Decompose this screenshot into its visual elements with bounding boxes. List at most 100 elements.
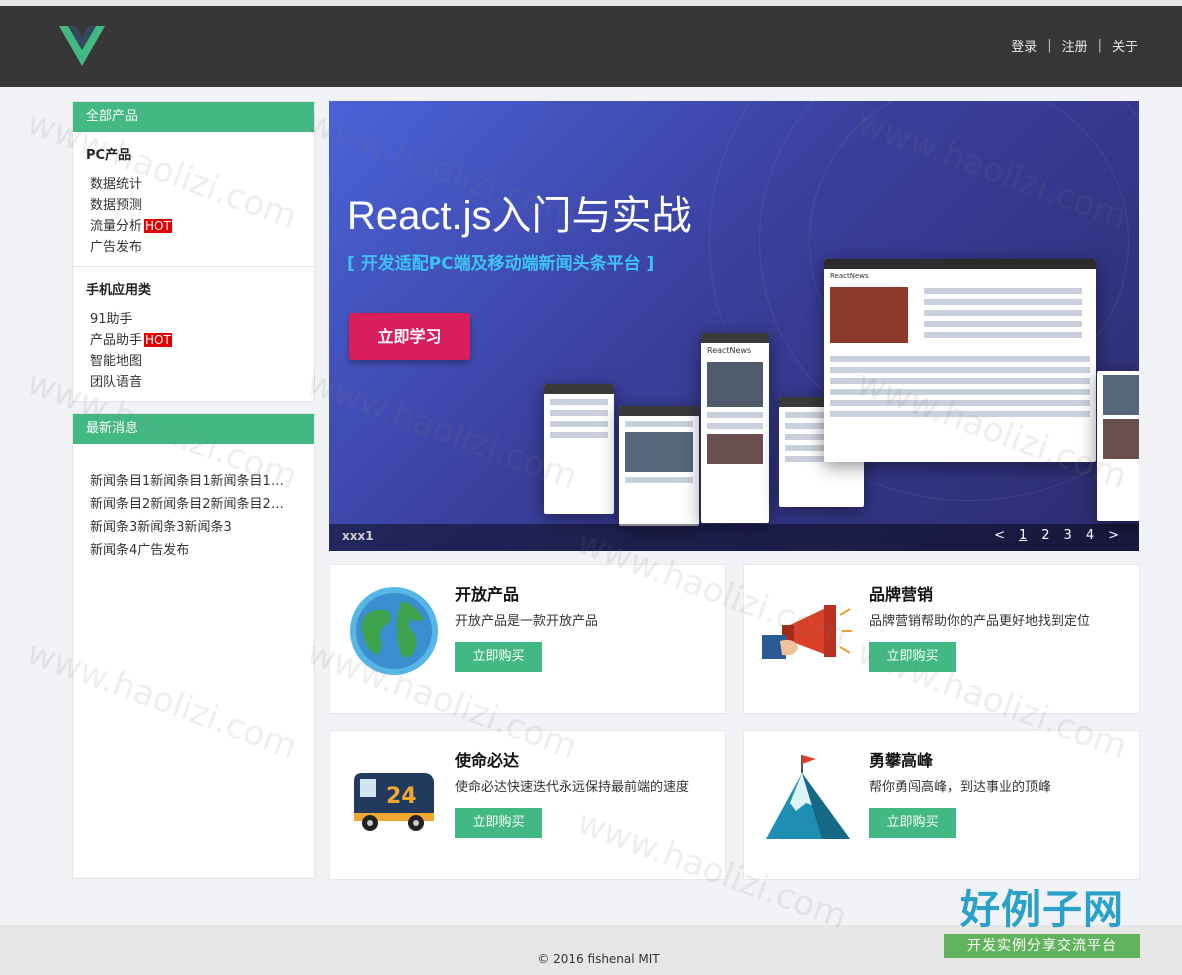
- hot-badge: HOT: [144, 219, 172, 233]
- sidebar-item-product-assistant[interactable]: 产品助手 HOT: [73, 330, 314, 351]
- mock-row: [625, 421, 693, 427]
- register-link[interactable]: 注册: [1062, 36, 1088, 55]
- svg-text:24: 24: [386, 784, 417, 809]
- news-list: 新闻条目1新闻条目1新闻条目1新闻条目1 新闻条目2新闻条目2新闻条目2新闻条目…: [73, 444, 314, 562]
- sidebar-item-91-assistant[interactable]: 91助手: [73, 309, 314, 330]
- mock-image: [1103, 375, 1139, 415]
- mock-row: [924, 299, 1083, 305]
- sidebar-item-traffic-analysis[interactable]: 流量分析 HOT: [73, 216, 314, 237]
- carousel-page-3[interactable]: 3: [1064, 528, 1072, 543]
- mock-brand: ReactNews: [830, 272, 869, 280]
- buy-now-button[interactable]: 立即购买: [869, 642, 956, 672]
- product-card-peak: 勇攀高峰 帮你勇闯高峰，到达事业的顶峰 立即购买: [743, 730, 1140, 880]
- sidebar-item-ad-publish[interactable]: 广告发布: [73, 237, 314, 258]
- sidebar-item-label: 91助手: [90, 312, 133, 327]
- news-panel-title: 最新消息: [73, 414, 314, 444]
- sidebar-item-label: 广告发布: [90, 240, 143, 255]
- card-description: 帮你勇闯高峰，到达事业的顶峰: [869, 780, 1052, 795]
- card-description: 品牌营销帮助你的产品更好地找到定位: [869, 614, 1091, 629]
- mock-row: [707, 412, 763, 418]
- buy-now-button[interactable]: 立即购买: [869, 808, 956, 838]
- mock-image: [1103, 419, 1139, 459]
- mock-row: [830, 411, 1090, 417]
- mock-row: [550, 410, 608, 416]
- mountain-flag-icon: [766, 755, 850, 839]
- carousel-page-2[interactable]: 2: [1041, 528, 1049, 543]
- vue-logo-icon[interactable]: [59, 26, 105, 66]
- mock-desktop-screen: ReactNews: [824, 259, 1096, 462]
- mock-image: [707, 362, 763, 407]
- product-group-pc: PC产品 数据统计 数据预测 流量分析 HOT 广告发布: [73, 132, 314, 267]
- sidebar-item-label: 团队语音: [90, 375, 143, 390]
- news-item[interactable]: 新闻条目1新闻条目1新闻条目1新闻条目1: [73, 470, 295, 493]
- card-description: 开放产品是一款开放产品: [455, 614, 599, 629]
- product-card-brand: 品牌营销 品牌营销帮助你的产品更好地找到定位 立即购买: [743, 564, 1140, 714]
- mock-row: [550, 421, 608, 427]
- mock-mobile-screen: [619, 406, 699, 526]
- card-title: 品牌营销: [869, 585, 934, 604]
- carousel-page-4[interactable]: 4: [1086, 528, 1094, 543]
- top-nav: 登录 | 注册 | 关于: [1011, 36, 1138, 55]
- news-item[interactable]: 新闻条4广告发布: [73, 539, 295, 562]
- card-title: 勇攀高峰: [869, 751, 934, 770]
- mock-row: [830, 400, 1090, 406]
- mock-bar: [824, 259, 1096, 269]
- mock-image: [707, 434, 763, 464]
- carousel-page-1[interactable]: 1: [1019, 528, 1027, 543]
- sidebar-item-smart-map[interactable]: 智能地图: [73, 351, 314, 372]
- news-item[interactable]: 新闻条目2新闻条目2新闻条目2新闻条目2: [73, 493, 295, 516]
- mock-brand: ReactNews: [707, 346, 752, 355]
- sidebar-item-label: 流量分析: [90, 219, 143, 234]
- hot-badge: HOT: [144, 333, 172, 347]
- megaphone-icon: [762, 605, 852, 659]
- card-title: 开放产品: [455, 585, 520, 604]
- carousel-subtitle: [ 开发适配PC端及移动端新闻头条平台 ]: [347, 254, 655, 274]
- brand-watermark-title: 好例子网: [960, 887, 1124, 933]
- mock-row: [625, 477, 693, 483]
- mock-row: [924, 332, 1083, 338]
- brand-watermark-tagline: 开发实例分享交流平台: [944, 934, 1140, 958]
- group-title: PC产品: [86, 148, 132, 163]
- product-card-delivery: 24 使命必达 使命必达快速迭代永远保持最前端的速度 立即购买: [329, 730, 726, 880]
- mock-row: [550, 399, 608, 405]
- globe-icon: [350, 587, 438, 675]
- products-panel-title: 全部产品: [73, 102, 314, 132]
- mock-text-block: [918, 283, 1088, 343]
- sidebar-item-data-stats[interactable]: 数据统计: [73, 174, 314, 195]
- carousel-title: React.js入门与实战: [347, 194, 692, 238]
- mock-row: [924, 288, 1083, 294]
- mock-image: [830, 287, 908, 343]
- sidebar-item-data-forecast[interactable]: 数据预测: [73, 195, 314, 216]
- buy-now-button[interactable]: 立即购买: [455, 808, 542, 838]
- nav-separator: |: [1097, 38, 1102, 53]
- sidebar-item-team-voice[interactable]: 团队语音: [73, 372, 314, 393]
- carousel-next-button[interactable]: >: [1108, 528, 1119, 543]
- sidebar-item-label: 数据统计: [90, 177, 143, 192]
- delivery-truck-icon: 24: [354, 773, 434, 831]
- group-title: 手机应用类: [86, 283, 152, 298]
- mock-mobile-screen: [544, 384, 614, 514]
- sidebar-item-label: 数据预测: [90, 198, 143, 213]
- product-card-open: 开放产品 开放产品是一款开放产品 立即购买: [329, 564, 726, 714]
- brand-watermark: 好例子网 开发实例分享交流平台: [944, 886, 1140, 966]
- carousel-prev-button[interactable]: <: [994, 528, 1005, 543]
- buy-now-button[interactable]: 立即购买: [455, 642, 542, 672]
- mock-row: [830, 356, 1090, 362]
- hero-carousel[interactable]: React.js入门与实战 [ 开发适配PC端及移动端新闻头条平台 ] 立即学习…: [329, 101, 1139, 551]
- mock-bar: [544, 384, 614, 394]
- mock-row: [707, 423, 763, 429]
- mock-bar: [619, 406, 699, 416]
- mock-row: [830, 367, 1090, 373]
- mock-row: [924, 321, 1083, 327]
- card-title: 使命必达: [455, 751, 520, 770]
- login-link[interactable]: 登录: [1011, 36, 1037, 55]
- mock-row: [830, 389, 1090, 395]
- mock-image: [625, 432, 693, 472]
- mock-row: [830, 378, 1090, 384]
- mock-bar: [701, 333, 769, 343]
- news-item[interactable]: 新闻条3新闻条3新闻条3: [73, 516, 295, 539]
- learn-now-button[interactable]: 立即学习: [349, 313, 470, 360]
- nav-separator: |: [1047, 38, 1052, 53]
- about-link[interactable]: 关于: [1112, 36, 1138, 55]
- sidebar: 全部产品 PC产品 数据统计 数据预测 流量分析 HOT 广告发布 手机应用类 9…: [72, 101, 315, 879]
